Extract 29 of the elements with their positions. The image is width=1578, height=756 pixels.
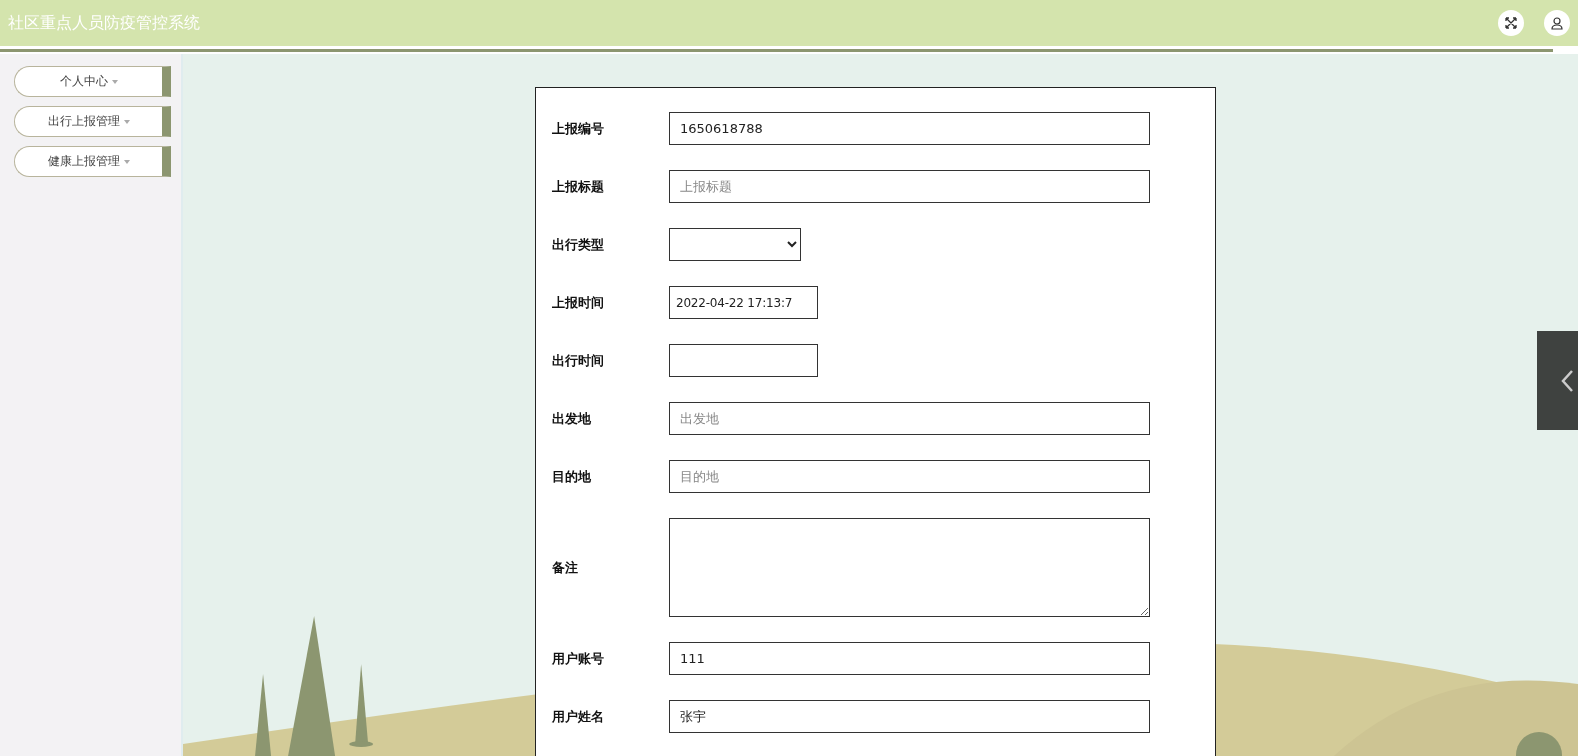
field-label: 上报标题 [552,177,605,196]
app-title: 社区重点人员防疫管控系统 [8,12,201,34]
field-label: 出行时间 [552,351,605,370]
text-field[interactable]: 111 [669,642,1150,675]
fullscreen-button[interactable] [1498,10,1524,36]
sidebar-menu-item[interactable]: 健康上报管理 [14,146,171,177]
fullscreen-icon [1504,16,1518,30]
field-label: 用户姓名 [552,707,605,726]
sidebar-menu-item[interactable]: 个人中心 [14,66,171,97]
user-icon [1550,16,1564,30]
chevron-left-icon [1560,368,1574,393]
text-field[interactable]: 上报标题 [669,170,1150,203]
field-label: 出行类型 [552,235,605,254]
field-label: 备注 [552,558,579,577]
notes-field[interactable] [669,518,1150,617]
user-button[interactable] [1544,10,1570,36]
field-label: 出发地 [552,409,592,428]
date-field[interactable]: 2022-04-22 17:13:7 [669,286,818,319]
field-label: 上报时间 [552,293,605,312]
text-field[interactable]: 出发地 [669,402,1150,435]
type-dropdown[interactable] [669,228,801,261]
field-label: 用户账号 [552,649,605,668]
text-field[interactable]: 张宇 [669,700,1150,733]
sidebar-menu-item[interactable]: 出行上报管理 [14,106,171,137]
field-label: 上报编号 [552,119,605,138]
text-field[interactable]: 1650618788 [669,112,1150,145]
date-field[interactable] [669,344,818,377]
field-label: 目的地 [552,467,592,486]
text-field[interactable]: 目的地 [669,460,1150,493]
